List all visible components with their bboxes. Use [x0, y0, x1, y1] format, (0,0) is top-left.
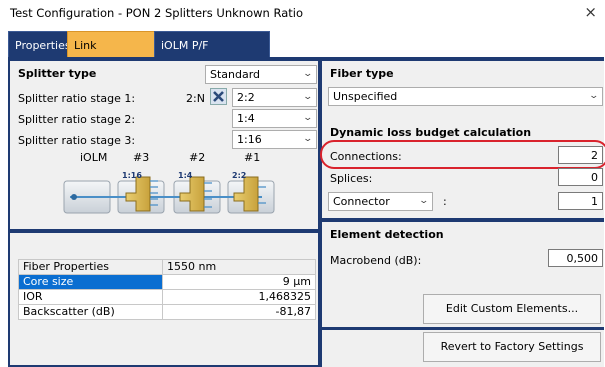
stage2-value: 1:4 [237, 112, 255, 125]
row-ior-value[interactable]: 1,468325 [162, 289, 316, 305]
stage2-label: Splitter ratio stage 2: [18, 113, 136, 126]
stage1-select[interactable]: 2:2 ⌄ [232, 88, 317, 107]
loss-budget-heading: Dynamic loss budget calculation [330, 126, 532, 139]
stage3-value: 1:16 [237, 133, 262, 146]
fiber-type-heading: Fiber type [330, 67, 394, 80]
splices-input[interactable]: 0 [558, 168, 603, 186]
stage2-select[interactable]: 1:4 ⌄ [232, 109, 317, 128]
element-type-select[interactable]: Connector ⌄ [328, 192, 433, 211]
chevron-down-icon: ⌄ [588, 91, 600, 101]
table-row[interactable]: Backscatter (dB) -81,87 [18, 304, 316, 320]
diagram-ratio-2: 1:4 [178, 171, 193, 180]
row-ior-name: IOR [18, 289, 163, 305]
diagram-ratio-3: 1:16 [122, 171, 142, 180]
tab-link-definition[interactable]: Link Definition [67, 31, 155, 79]
macrobend-label: Macrobend (dB): [330, 254, 422, 267]
column-header-property: Fiber Properties [18, 259, 163, 275]
tab-iolm-thresholds[interactable]: iOLM P/F Thresholds [154, 31, 270, 79]
highlight-ring [320, 140, 605, 169]
fiber-properties-table: Fiber Properties 1550 nm Core size 9 µm … [18, 259, 316, 320]
macrobend-input[interactable]: 0,500 [548, 249, 603, 267]
chevron-down-icon: ⌄ [302, 134, 314, 144]
element-type-value: Connector [333, 195, 390, 208]
fiber-type-select[interactable]: Unspecified ⌄ [328, 87, 603, 106]
stage3-label: Splitter ratio stage 3: [18, 134, 136, 147]
row-backscatter-value[interactable]: -81,87 [162, 304, 316, 320]
chevron-down-icon: ⌄ [302, 113, 314, 123]
splitter-diagram: 1:16 1:4 2:2 [62, 167, 276, 217]
element-colon: : [443, 195, 447, 208]
revert-factory-button[interactable]: Revert to Factory Settings [423, 332, 601, 362]
row-core-size-value[interactable]: 9 µm [162, 274, 316, 290]
splitter-type-heading: Splitter type [18, 67, 97, 80]
chevron-down-icon: ⌄ [302, 69, 314, 79]
unknown-ratio-button[interactable] [210, 88, 227, 105]
table-row[interactable]: Core size 9 µm [18, 274, 316, 290]
stage3-select[interactable]: 1:16 ⌄ [232, 130, 317, 149]
column-header-wavelength: 1550 nm [162, 259, 316, 275]
stage1-prefix: 2:N [186, 92, 205, 105]
splitter-type-select[interactable]: Standard ⌄ [205, 65, 317, 84]
table-row[interactable]: IOR 1,468325 [18, 289, 316, 305]
chevron-down-icon: ⌄ [418, 196, 430, 206]
stage1-label: Splitter ratio stage 1: [18, 92, 136, 105]
row-backscatter-name: Backscatter (dB) [18, 304, 163, 320]
tab-strip: Properties Link Definition iOLM P/F Thre… [8, 31, 604, 79]
cross-icon [213, 91, 224, 102]
diagram-label-1: #1 [244, 151, 261, 164]
chevron-down-icon: ⌄ [302, 92, 314, 102]
splices-label: Splices: [330, 172, 373, 185]
diagram-label-2: #2 [189, 151, 206, 164]
title-bar: Test Configuration - PON 2 Splitters Unk… [0, 0, 605, 27]
edit-custom-elements-button[interactable]: Edit Custom Elements... [423, 294, 601, 324]
fiber-type-value: Unspecified [333, 90, 398, 103]
tab-properties[interactable]: Properties [8, 31, 71, 58]
splitter-type-value: Standard [210, 68, 261, 81]
stage1-value: 2:2 [237, 91, 255, 104]
diagram-ratio-1: 2:2 [232, 171, 247, 180]
diagram-label-iolm: iOLM [80, 151, 108, 164]
element-count-input[interactable]: 1 [558, 192, 603, 210]
row-core-size-name: Core size [18, 274, 163, 290]
window-title: Test Configuration - PON 2 Splitters Unk… [10, 6, 303, 20]
diagram-label-3: #3 [133, 151, 150, 164]
element-detection-heading: Element detection [330, 228, 444, 241]
close-icon[interactable]: × [584, 3, 597, 21]
